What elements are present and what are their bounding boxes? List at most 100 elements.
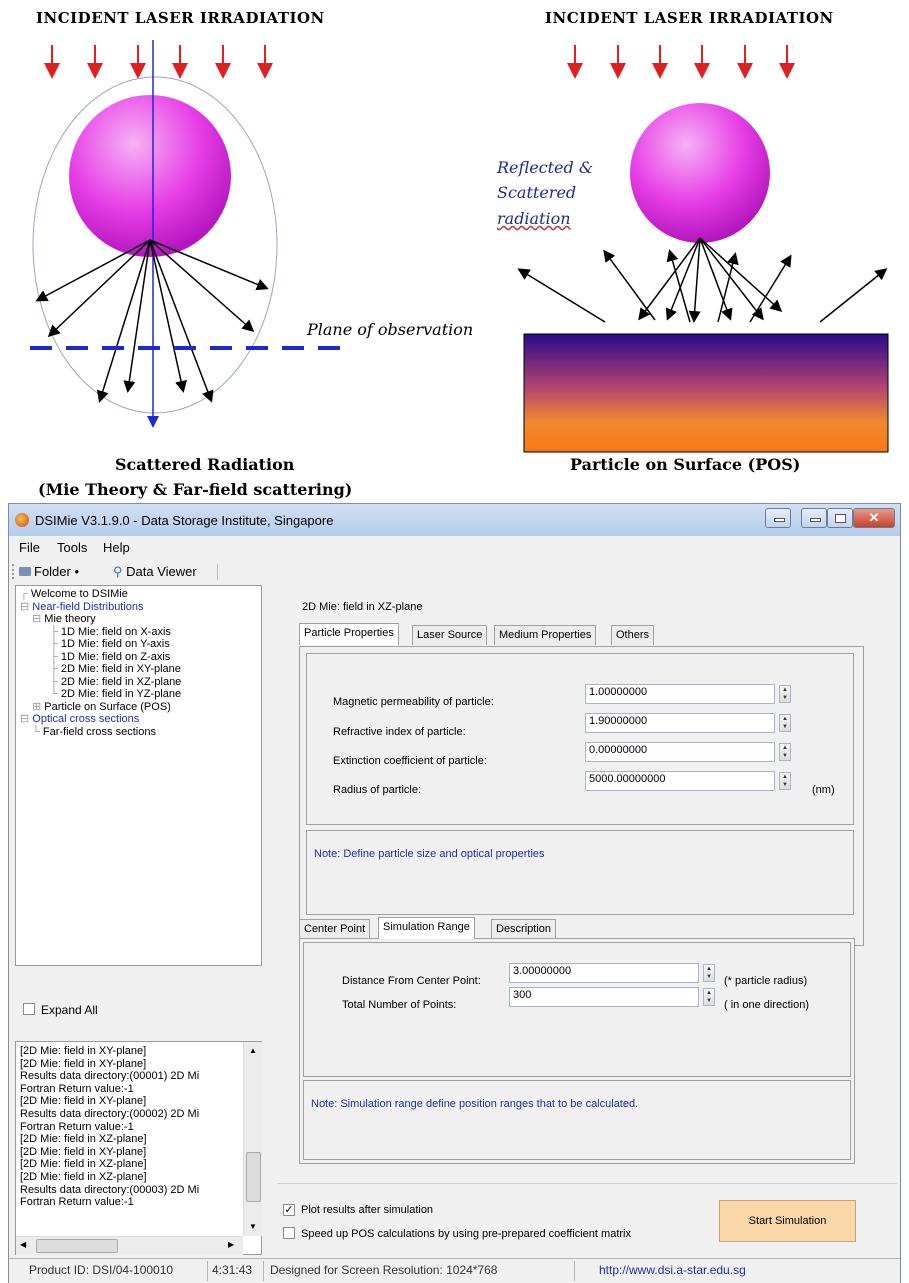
tree-item-optical[interactable]: ⊟ Optical cross sections [20, 713, 261, 726]
particle-fields-group: Magnetic permeability of particle: 1.000… [306, 653, 854, 825]
incident-arrows-right [567, 45, 795, 79]
scroll-right-arrow[interactable]: ▶ [228, 1240, 234, 1249]
tab-medium-properties[interactable]: Medium Properties [494, 625, 597, 645]
tab-center-point[interactable]: Center Point [299, 919, 371, 939]
log-panel[interactable]: [2D Mie: field in XY-plane] [2D Mie: fie… [15, 1041, 262, 1255]
tree-item-2d-yz[interactable]: └ 2D Mie: field in YZ-plane [20, 688, 261, 701]
reflected-label-line1: Reflected & [497, 158, 594, 177]
spin-buttons[interactable]: ▲ ▼ [703, 988, 715, 1006]
status-separator [263, 1261, 264, 1281]
particle-properties-panel: Magnetic permeability of particle: 1.000… [299, 646, 864, 946]
left-caption-line1: Scattered Radiation [115, 455, 295, 474]
log-line: [2D Mie: field in XZ-plane] [20, 1170, 147, 1183]
log-vertical-scrollbar[interactable]: ▲ ▼ [243, 1042, 262, 1236]
spin-buttons[interactable]: ▲ ▼ [779, 714, 791, 732]
reflected-label-line2: Scattered [497, 183, 577, 202]
scattering-diagram [30, 40, 889, 453]
folder-icon [19, 567, 31, 576]
data-viewer-button[interactable]: ⚲ Data Viewer [113, 564, 197, 580]
extinction-coefficient-input[interactable]: 0.00000000 [585, 742, 775, 762]
menu-file[interactable]: File [19, 540, 40, 555]
log-line: [2D Mie: field in XZ-plane] [20, 1158, 147, 1171]
expand-all-checkbox[interactable] [23, 1003, 35, 1015]
magnetic-permeability-input[interactable]: 1.00000000 [585, 684, 775, 704]
tab-others[interactable]: Others [611, 625, 655, 645]
tab-simulation-range[interactable]: Simulation Range [378, 917, 475, 939]
radius-input[interactable]: 5000.00000000 [585, 771, 775, 791]
field-label: Total Number of Points: [342, 999, 457, 1011]
reflected-label-line3: radiation [497, 209, 571, 228]
speed-up-checkbox[interactable] [283, 1227, 295, 1239]
log-line: [2D Mie: field in XY-plane] [20, 1095, 147, 1108]
tree-item-1d-y[interactable]: ├ 1D Mie: field on Y-axis [20, 638, 261, 651]
spin-buttons[interactable]: ▲ ▼ [779, 772, 791, 790]
close-icon: ✕ [868, 510, 880, 525]
radius-unit: (nm) [812, 784, 835, 796]
note-box: Note: Simulation range define position r… [303, 1080, 851, 1160]
plot-results-checkbox[interactable]: ✓ [283, 1204, 295, 1216]
minimize-to-tray-button[interactable] [765, 508, 791, 528]
tree-item-1d-x[interactable]: ├ 1D Mie: field on X-axis [20, 626, 261, 639]
tree-item-1d-z[interactable]: ├ 1D Mie: field on Z-axis [20, 651, 261, 664]
refractive-index-input[interactable]: 1.90000000 [585, 713, 775, 733]
range-fields-group: Distance From Center Point: 3.00000000 ▲… [303, 942, 851, 1077]
log-line: [2D Mie: field in XY-plane] [20, 1145, 147, 1158]
left-caption-line2: (Mie Theory & Far-field scattering) [38, 480, 353, 499]
navigation-tree[interactable]: ┌ Welcome to DSIMie ⊟ Near-field Distrib… [15, 585, 262, 966]
tree-item-2d-xz[interactable]: ├ 2D Mie: field in XZ-plane [20, 676, 261, 689]
property-tabs: Particle Properties Laser Source Medium … [299, 623, 859, 647]
field-label: Distance From Center Point: [342, 975, 481, 987]
log-horizontal-scrollbar[interactable]: ◀ ▶ [16, 1236, 243, 1255]
status-separator [574, 1261, 575, 1281]
scroll-left-arrow[interactable]: ◀ [20, 1240, 26, 1249]
log-text: [2D Mie: field in XY-plane] [2D Mie: fie… [20, 1045, 242, 1209]
log-line: Fortran Return value:-1 [20, 1196, 134, 1209]
tree-item-near-field[interactable]: ⊟ Near-field Distributions [20, 601, 261, 614]
close-button[interactable]: ✕ [853, 508, 895, 528]
status-product-id: Product ID: DSI/04-100010 [29, 1263, 174, 1277]
note-box: Note: Define particle size and optical p… [306, 830, 854, 915]
status-separator [207, 1261, 208, 1281]
log-line: Fortran Return value:-1 [20, 1082, 134, 1095]
right-caption: Particle on Surface (POS) [570, 455, 801, 474]
start-simulation-button[interactable]: Start Simulation [719, 1200, 856, 1242]
incident-arrows-left [44, 45, 273, 79]
scroll-thumb[interactable] [246, 1152, 261, 1202]
plane-of-observation-label: Plane of observation [307, 320, 474, 339]
magnifier-icon: ⚲ [113, 564, 123, 579]
h-scroll-thumb[interactable] [36, 1239, 118, 1253]
note-text: Note: Define particle size and optical p… [314, 848, 545, 860]
status-bar: Product ID: DSI/04-100010 4:31:43 Design… [9, 1258, 900, 1283]
scroll-down-arrow[interactable]: ▼ [249, 1222, 257, 1231]
log-line: [2D Mie: field in XY-plane] [20, 1045, 147, 1057]
status-url-link[interactable]: http://www.dsi.a-star.edu.sg [599, 1263, 746, 1277]
folder-button[interactable]: Folder • [19, 564, 79, 579]
tab-particle-properties[interactable]: Particle Properties [299, 623, 399, 645]
tree-item-far-field[interactable]: └ Far-field cross sections [20, 726, 261, 739]
title-bar: DSIMie V3.1.9.0 - Data Storage Institute… [9, 504, 900, 536]
tree-item-pos[interactable]: ⊞ Particle on Surface (POS) [20, 701, 261, 714]
menu-help[interactable]: Help [103, 540, 130, 555]
maximize-button[interactable] [827, 508, 853, 528]
tree-item-2d-xy[interactable]: ├ 2D Mie: field in XY-plane [20, 663, 261, 676]
scroll-up-arrow[interactable]: ▲ [249, 1046, 257, 1055]
field-label: Extinction coefficient of particle: [333, 755, 487, 767]
data-viewer-label: Data Viewer [126, 564, 197, 579]
points-input[interactable]: 300 [509, 987, 699, 1007]
toolbar: Folder • ⚲ Data Viewer [9, 561, 900, 583]
field-label: Magnetic permeability of particle: [333, 696, 494, 708]
menu-tools[interactable]: Tools [57, 540, 87, 555]
log-line: Results data directory:(00002) 2D Mi [20, 1107, 200, 1120]
minimize-button[interactable] [801, 508, 827, 528]
tab-description[interactable]: Description [491, 919, 557, 939]
tab-laser-source[interactable]: Laser Source [412, 625, 488, 645]
window-title: DSIMie V3.1.9.0 - Data Storage Institute… [35, 513, 334, 528]
spin-buttons[interactable]: ▲ ▼ [779, 685, 791, 703]
tree-item-welcome[interactable]: ┌ Welcome to DSIMie [20, 588, 261, 601]
tree-item-mie-theory[interactable]: ⊟ Mie theory [20, 613, 261, 626]
spin-buttons[interactable]: ▲ ▼ [703, 964, 715, 982]
distance-unit: (* particle radius) [724, 975, 808, 987]
distance-input[interactable]: 3.00000000 [509, 963, 699, 983]
spin-buttons[interactable]: ▲ ▼ [779, 743, 791, 761]
menu-bar: File Tools Help [9, 537, 900, 559]
